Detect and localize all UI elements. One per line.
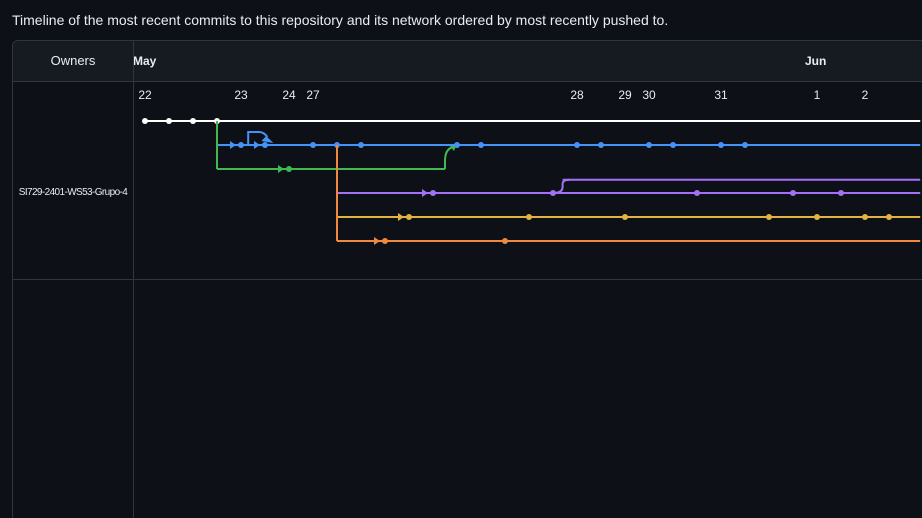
commit-dot[interactable]	[718, 142, 724, 148]
commit-dot[interactable]	[742, 142, 748, 148]
day-label: 1	[814, 88, 821, 102]
commit-dot[interactable]	[790, 190, 796, 196]
day-label: 27	[306, 88, 320, 102]
commit-dot[interactable]	[574, 142, 580, 148]
commit-dot[interactable]	[478, 142, 484, 148]
commit-dot[interactable]	[262, 142, 268, 148]
commit-dot[interactable]	[430, 190, 436, 196]
day-label: 23	[234, 88, 248, 102]
commit-dot[interactable]	[646, 142, 652, 148]
commit-dot[interactable]	[694, 190, 700, 196]
commit-dot[interactable]	[502, 238, 508, 244]
graph-description: Timeline of the most recent commits to t…	[12, 12, 669, 28]
branch-arrow	[374, 237, 380, 245]
day-label: 24	[282, 88, 296, 102]
commit-dot[interactable]	[286, 166, 292, 172]
commit-dot[interactable]	[526, 214, 532, 220]
branch-arrow	[254, 141, 260, 149]
commit-dot[interactable]	[190, 118, 196, 124]
commit-dot[interactable]	[670, 142, 676, 148]
commit-dot[interactable]	[886, 214, 892, 220]
branch-arrow	[398, 213, 404, 221]
network-graph: Owners May Jun SI729-2401-WS53-Grupo-4 2…	[12, 40, 922, 518]
day-label: 29	[618, 88, 632, 102]
commit-dot[interactable]	[166, 118, 172, 124]
commit-dot[interactable]	[838, 190, 844, 196]
commit-graph-canvas[interactable]: 22 23 24 27 28 29 30 31 1 2	[13, 41, 922, 518]
commit-dot[interactable]	[622, 214, 628, 220]
day-label: 22	[138, 88, 152, 102]
commit-dot[interactable]	[382, 238, 388, 244]
commit-dot[interactable]	[598, 142, 604, 148]
branch-arrow	[278, 165, 284, 173]
commit-dot[interactable]	[310, 142, 316, 148]
merge-line	[444, 146, 454, 169]
branch-arrow	[230, 141, 236, 149]
commit-dot[interactable]	[238, 142, 244, 148]
blue-merge-arrow	[261, 136, 274, 143]
day-label: 31	[714, 88, 728, 102]
day-label: 30	[642, 88, 656, 102]
commit-dot[interactable]	[406, 214, 412, 220]
day-label: 28	[570, 88, 584, 102]
branch-arrow	[422, 189, 428, 197]
commit-dot[interactable]	[862, 214, 868, 220]
commit-dot[interactable]	[766, 214, 772, 220]
commit-dot[interactable]	[814, 214, 820, 220]
purple-fork-curve	[552, 178, 570, 194]
day-label: 2	[862, 88, 869, 102]
commit-dot[interactable]	[358, 142, 364, 148]
commit-dot[interactable]	[142, 118, 148, 124]
